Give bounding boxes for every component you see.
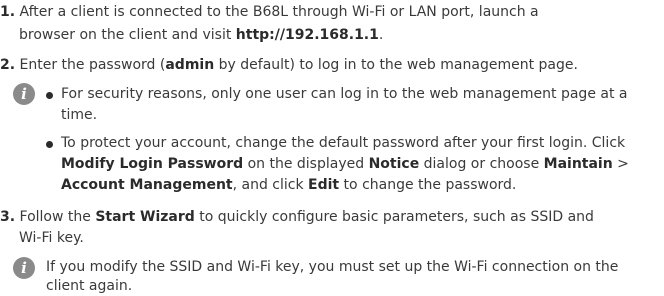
start-wizard-label: Start Wizard	[95, 209, 195, 225]
step-2-text: Enter the password (	[19, 57, 166, 73]
note-text: to change the password.	[339, 177, 517, 193]
note-1-bullet-1-text: For security reasons, only one user can …	[61, 86, 628, 102]
maintain-menu-label: Maintain	[543, 156, 613, 172]
modify-login-password-label: Modify Login Password	[61, 156, 244, 172]
note-text: on the displayed	[243, 156, 369, 172]
note-2-line-1: If you modify the SSID and Wi-Fi key, yo…	[46, 258, 618, 277]
step-2-text-cont: by default) to log in to the web managem…	[214, 57, 578, 73]
note-2-line-2: client again.	[46, 277, 132, 296]
edit-button-label: Edit	[308, 177, 340, 193]
step-3-line-2: Wi-Fi key.	[19, 229, 84, 248]
note-1-bullet-2-line-3: Account Management, and click Edit to ch…	[61, 176, 516, 195]
bullet	[46, 141, 53, 148]
step-1-number: 1.	[0, 4, 16, 20]
note-text: , and click	[232, 177, 309, 193]
note-text: dialog or choose	[419, 156, 544, 172]
note-1-bullet-2-text: To protect your account, change the defa…	[61, 135, 626, 151]
default-password: admin	[165, 57, 215, 73]
note-1-bullet-1-text-cont: time.	[61, 107, 98, 123]
note-1-bullet-1-line-1: For security reasons, only one user can …	[61, 85, 627, 104]
step-2-number: 2.	[0, 57, 16, 73]
step-3-number: 3.	[0, 209, 16, 225]
step-2-line: 2. Enter the password (admin by default)…	[0, 56, 578, 75]
account-management-label: Account Management	[61, 177, 233, 193]
note-1-bullet-2-line-1: To protect your account, change the defa…	[61, 134, 625, 153]
note-1-bullet-1-line-2: time.	[61, 106, 97, 125]
step-3-text-cont-2: Wi-Fi key.	[19, 230, 84, 246]
step-1-period: .	[378, 27, 384, 43]
note-1-bullet-2-line-2: Modify Login Password on the displayed N…	[61, 155, 629, 174]
notice-dialog-label: Notice	[368, 156, 420, 172]
bullet	[46, 92, 53, 99]
info-icon: i	[13, 257, 35, 279]
step-1-text-cont: browser on the client and visit	[19, 27, 236, 43]
note-2-text: If you modify the SSID and Wi-Fi key, yo…	[46, 259, 619, 275]
step-1-line-2: browser on the client and visit http://1…	[19, 26, 383, 45]
router-url: http://192.168.1.1	[235, 27, 379, 43]
step-3-text-cont: to quickly configure basic parameters, s…	[194, 209, 594, 225]
step-3-text: Follow the	[19, 209, 96, 225]
info-icon: i	[13, 83, 35, 105]
step-1-line-1: 1. After a client is connected to the B6…	[0, 3, 539, 22]
step-1-text: After a client is connected to the B68L …	[19, 4, 539, 20]
note-2-text-cont: client again.	[46, 278, 133, 294]
manual-page: 1. After a client is connected to the B6…	[0, 0, 664, 294]
menu-separator: >	[612, 156, 629, 172]
step-3-line-1: 3. Follow the Start Wizard to quickly co…	[0, 208, 594, 227]
